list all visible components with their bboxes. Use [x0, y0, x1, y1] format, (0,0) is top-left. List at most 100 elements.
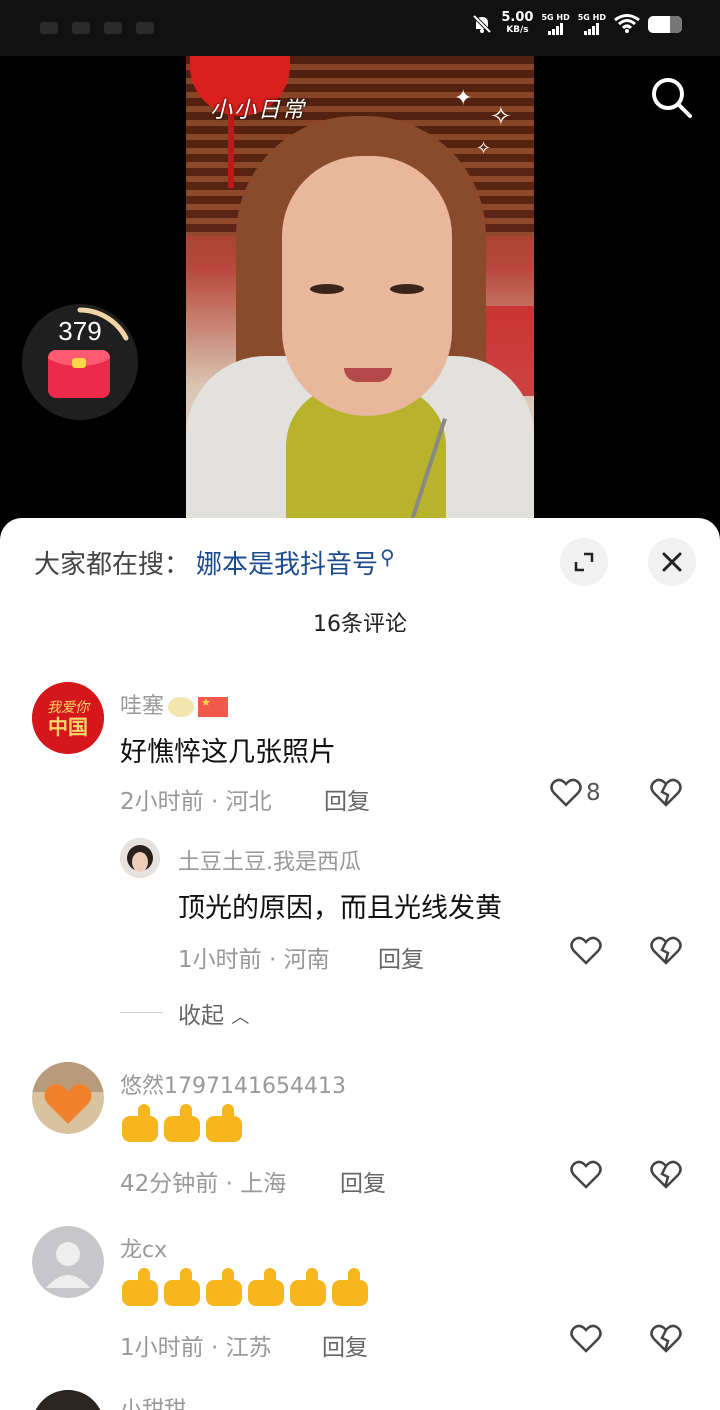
network-speed-unit: KB/s — [506, 25, 529, 35]
comment-count: 16条评论 — [313, 612, 407, 637]
like-button[interactable] — [570, 1324, 602, 1354]
network-speed: 5.00 KB/s — [501, 10, 534, 36]
thumbs-up-icon — [330, 1268, 370, 1306]
thumbs-up-icon — [120, 1104, 160, 1142]
hot-search-term[interactable]: 娜本是我抖音号 — [196, 544, 378, 581]
comment-username[interactable]: 龙cx — [120, 1232, 167, 1264]
thumbs-up-icon — [204, 1104, 244, 1142]
hot-search-label: 大家都在搜： — [34, 550, 191, 580]
thumbs-up-icon — [162, 1104, 202, 1142]
china-flag-icon — [198, 697, 229, 717]
comment-item: 小甜甜 — [0, 1386, 720, 1410]
status-bar: 5.00 KB/s 5G HD 5G HD — [0, 0, 720, 56]
reply-button[interactable]: 回复 — [378, 940, 424, 974]
red-envelope-icon — [48, 350, 110, 398]
sheet-header: 大家都在搜： 娜本是我抖音号 ⚲ — [0, 518, 720, 608]
sparkle-icon: ✦ — [454, 86, 473, 111]
comment-item: 我爱你 中国 哇塞 好憔悴这几张照片 2小时前 · 河北 回复 8 — [0, 678, 720, 828]
comment-location: 河南 — [283, 947, 330, 973]
signal-sim2-icon: 5G HD — [578, 13, 606, 35]
thumbs-up-icon — [288, 1268, 328, 1306]
like-button[interactable] — [570, 1160, 602, 1190]
broken-heart-icon — [650, 778, 682, 807]
expand-button[interactable] — [560, 538, 608, 586]
heart-icon — [570, 1160, 602, 1189]
avatar-text-bottom: 中国 — [48, 715, 88, 739]
comment-username[interactable]: 哇塞 — [120, 688, 229, 720]
comment-meta: 1小时前 · 河南 — [178, 947, 330, 973]
comment-item: 悠然1797141654413 42分钟前 · 上海 回复 — [0, 1060, 720, 1210]
video-player[interactable]: 小小日常 ✦ ✧ ✧ 379 — [0, 56, 720, 526]
comment-location: 河北 — [225, 789, 272, 815]
comment-time: 2小时前 — [120, 789, 204, 815]
sparkle-icon: ✧ — [476, 138, 492, 159]
avatar-image — [120, 838, 160, 878]
avatar[interactable] — [32, 1390, 104, 1410]
avatar[interactable] — [32, 1226, 104, 1298]
comment-text: 好憔悴这几张照片 — [120, 737, 336, 768]
reply-button[interactable]: 回复 — [340, 1164, 386, 1198]
broken-heart-icon — [650, 1324, 682, 1353]
comment-sheet: 大家都在搜： 娜本是我抖音号 ⚲ 16条评论 我爱你 中国 哇塞★ 好憔悴这几张… — [0, 518, 720, 1410]
signal-sim1-icon: 5G HD — [541, 13, 570, 35]
thumbs-up-emojis — [120, 1104, 244, 1142]
collapse-label: 收起 — [178, 1003, 224, 1029]
comment-username[interactable]: 小甜甜 — [120, 1392, 186, 1410]
broken-heart-icon — [650, 936, 682, 965]
dislike-button[interactable] — [650, 1160, 682, 1194]
reply-button[interactable]: 回复 — [322, 1328, 368, 1362]
network-speed-value: 5.00 — [501, 10, 534, 25]
comment-time: 42分钟前 — [120, 1171, 219, 1197]
thumbs-up-icon — [204, 1268, 244, 1306]
avatar-text-top: 我爱你 — [47, 700, 91, 716]
red-packet-count: 379 — [58, 316, 102, 346]
avatar[interactable] — [120, 838, 160, 878]
default-avatar-icon — [32, 1226, 104, 1298]
comment-time: 1小时前 — [178, 947, 262, 973]
like-button[interactable]: 8 — [550, 778, 601, 808]
sim1-label: 5G HD — [541, 13, 570, 22]
avatar-image: 我爱你 中国 — [32, 682, 104, 754]
comment-username[interactable]: 悠然1797141654413 — [120, 1068, 346, 1100]
search-small-icon: ⚲ — [380, 544, 395, 569]
comment-username[interactable]: 土豆土豆.我是西瓜 — [178, 844, 361, 876]
comment-item: 龙cx 1小时前 · 江苏 回复 — [0, 1224, 720, 1374]
avatar-image — [32, 1062, 104, 1134]
close-icon — [662, 552, 682, 572]
reply-button[interactable]: 回复 — [324, 782, 370, 816]
avatar[interactable] — [32, 1062, 104, 1134]
like-button[interactable] — [570, 936, 602, 966]
like-count: 8 — [586, 780, 601, 806]
mute-bell-icon — [472, 14, 492, 34]
thumbs-up-icon — [162, 1268, 202, 1306]
comment-meta: 1小时前 · 江苏 — [120, 1335, 272, 1361]
video-frame[interactable]: 小小日常 ✦ ✧ ✧ — [186, 56, 534, 526]
collapse-divider — [120, 1012, 162, 1013]
battery-icon — [648, 15, 682, 33]
thumbs-up-icon — [246, 1268, 286, 1306]
heart-icon — [570, 1324, 602, 1353]
dislike-button[interactable] — [650, 1324, 682, 1358]
wifi-icon — [614, 14, 640, 33]
red-packet-widget[interactable]: 379 — [22, 304, 138, 420]
dislike-button[interactable] — [650, 778, 682, 812]
comment-time: 1小时前 — [120, 1335, 204, 1361]
thumbs-up-emojis — [120, 1268, 370, 1306]
sparkle-icon: ✧ — [490, 102, 512, 132]
broken-heart-icon — [650, 1160, 682, 1189]
dislike-button[interactable] — [650, 936, 682, 970]
avatar[interactable]: 我爱你 中国 — [32, 682, 104, 754]
comment-text: 顶光的原因，而且光线发黄 — [178, 893, 502, 924]
sim2-label: 5G HD — [577, 13, 606, 22]
avatar-image — [35, 1390, 101, 1410]
hot-search-bar[interactable]: 大家都在搜： 娜本是我抖音号 ⚲ — [34, 544, 395, 581]
search-button[interactable] — [648, 74, 696, 122]
comment-location: 江苏 — [225, 1335, 272, 1361]
reply-comment-item: 土豆土豆.我是西瓜 顶光的原因，而且光线发黄 1小时前 · 河南 回复 — [0, 836, 720, 986]
collapse-replies-button[interactable]: 收起 ︿ — [178, 996, 249, 1030]
comment-location: 上海 — [240, 1171, 287, 1197]
moon-badge-icon — [168, 697, 195, 717]
close-button[interactable] — [648, 538, 696, 586]
chevron-up-icon: ︿ — [231, 1007, 250, 1028]
search-icon — [652, 78, 692, 118]
